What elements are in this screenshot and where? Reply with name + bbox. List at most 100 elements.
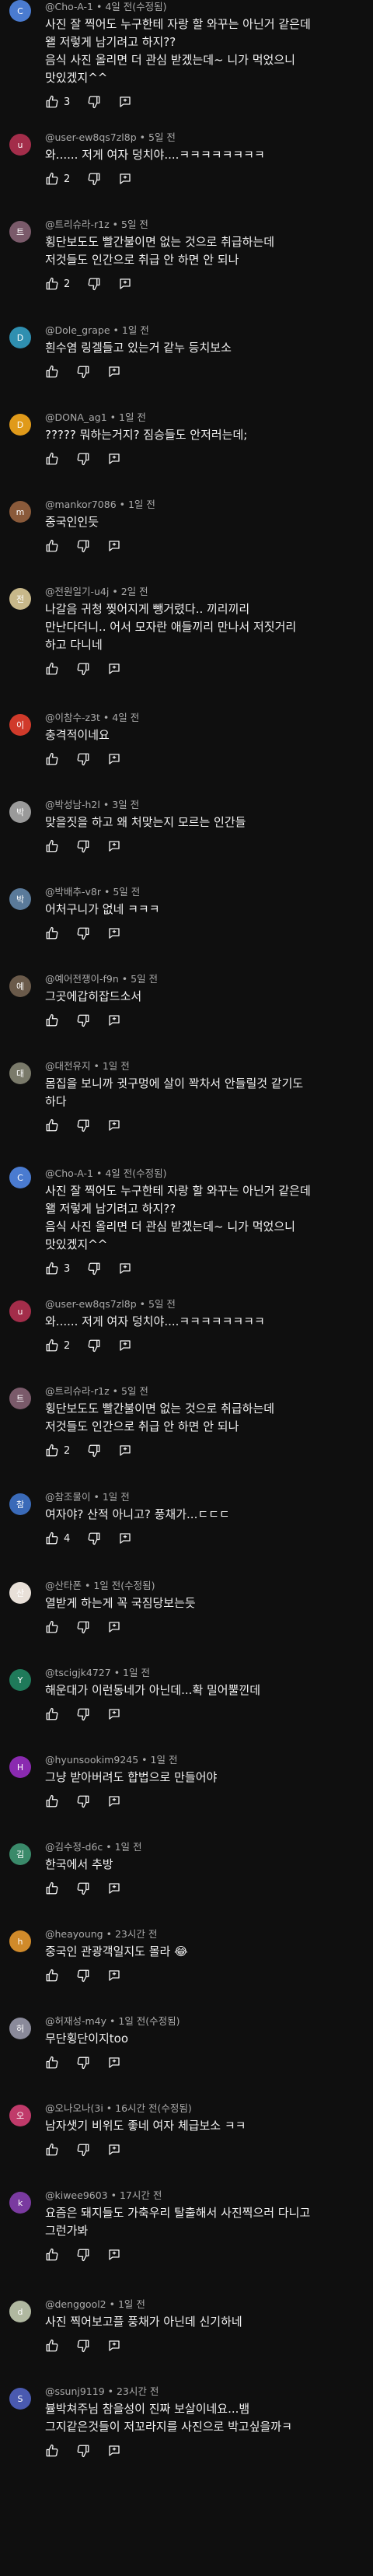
avatar[interactable]: Y: [9, 1669, 31, 1691]
dislike-button[interactable]: [76, 1013, 90, 1027]
like-button[interactable]: [45, 365, 59, 379]
avatar[interactable]: 박: [9, 801, 31, 823]
like-button[interactable]: 2: [45, 172, 70, 186]
comment-author[interactable]: @hyunsookim9245: [45, 1754, 138, 1766]
comment-author[interactable]: @전원일기-u4j: [45, 586, 109, 597]
comment-author[interactable]: @박배추-v8r: [45, 886, 101, 898]
avatar[interactable]: 이: [9, 714, 31, 736]
dislike-button[interactable]: [87, 1444, 101, 1458]
dislike-button[interactable]: [76, 1118, 90, 1132]
comment-time[interactable]: 5일 전: [121, 1385, 148, 1397]
like-button[interactable]: 2: [45, 1339, 70, 1353]
reply-button[interactable]: [107, 2444, 121, 2458]
comment-author[interactable]: @Cho-A-1: [45, 1167, 93, 1179]
comment-author[interactable]: @허재성-m4y: [45, 2015, 106, 2027]
comment-author[interactable]: @산타폰: [45, 1580, 82, 1591]
comment-time[interactable]: 1일 전: [123, 1667, 150, 1678]
comment-time[interactable]: 1일 전(수정됨): [118, 2015, 180, 2027]
like-button[interactable]: [45, 662, 59, 676]
dislike-button[interactable]: [76, 2056, 90, 2070]
like-button[interactable]: 2: [45, 277, 70, 291]
avatar[interactable]: S: [9, 2388, 31, 2410]
reply-button[interactable]: [107, 1013, 121, 1027]
comment-time[interactable]: 5일 전: [131, 973, 158, 985]
dislike-button[interactable]: [76, 1794, 90, 1808]
dislike-button[interactable]: [76, 365, 90, 379]
avatar[interactable]: C: [9, 1167, 31, 1188]
comment-author[interactable]: @트리슈라-r1z: [45, 1385, 110, 1397]
comment-author[interactable]: @Dole_grape: [45, 324, 110, 336]
comment-author[interactable]: @DONA_ag1: [45, 411, 107, 423]
like-button[interactable]: [45, 2444, 59, 2458]
comment-author[interactable]: @참조물이: [45, 1491, 91, 1503]
avatar[interactable]: u: [9, 1300, 31, 1322]
reply-button[interactable]: [118, 1262, 132, 1276]
reply-button[interactable]: [118, 1444, 132, 1458]
reply-button[interactable]: [118, 95, 132, 109]
dislike-button[interactable]: [87, 1262, 101, 1276]
comment-author[interactable]: @mankor7086: [45, 499, 117, 510]
comment-time[interactable]: 1일 전: [103, 1060, 130, 1072]
reply-button[interactable]: [107, 1707, 121, 1721]
comment-time[interactable]: 2일 전: [121, 586, 148, 597]
like-button[interactable]: [45, 1620, 59, 1634]
like-button[interactable]: [45, 2143, 59, 2157]
comment-time[interactable]: 5일 전: [121, 219, 148, 230]
reply-button[interactable]: [107, 662, 121, 676]
avatar[interactable]: 참: [9, 1493, 31, 1515]
comment-author[interactable]: @트리슈라-r1z: [45, 219, 110, 230]
comment-author[interactable]: @tscigjk4727: [45, 1667, 111, 1678]
avatar[interactable]: H: [9, 1756, 31, 1778]
reply-button[interactable]: [118, 1339, 132, 1353]
like-button[interactable]: [45, 1969, 59, 1983]
like-button[interactable]: [45, 1707, 59, 1721]
avatar[interactable]: m: [9, 501, 31, 523]
comment-time[interactable]: 4일 전: [112, 712, 139, 723]
comment-author[interactable]: @kiwee9603: [45, 2189, 108, 2201]
dislike-button[interactable]: [76, 752, 90, 766]
comment-time[interactable]: 1일 전: [119, 411, 146, 423]
reply-button[interactable]: [107, 839, 121, 853]
reply-button[interactable]: [118, 1531, 132, 1545]
avatar[interactable]: 대: [9, 1062, 31, 1084]
reply-button[interactable]: [107, 452, 121, 466]
comment-time[interactable]: 1일 전(수정됨): [93, 1580, 155, 1591]
like-button[interactable]: [45, 452, 59, 466]
avatar[interactable]: u: [9, 134, 31, 156]
reply-button[interactable]: [107, 1118, 121, 1132]
avatar[interactable]: 예: [9, 975, 31, 997]
comment-time[interactable]: 1일 전: [118, 2298, 145, 2310]
like-button[interactable]: 3: [45, 1262, 70, 1276]
comment-author[interactable]: @오나오나(3i: [45, 2102, 103, 2114]
comment-author[interactable]: @heayoung: [45, 1928, 103, 1940]
dislike-button[interactable]: [87, 1531, 101, 1545]
reply-button[interactable]: [118, 277, 132, 291]
dislike-button[interactable]: [76, 1620, 90, 1634]
comment-author[interactable]: @user-ew8qs7zl8p: [45, 131, 137, 143]
avatar[interactable]: h: [9, 1930, 31, 1952]
reply-button[interactable]: [107, 1620, 121, 1634]
reply-button[interactable]: [107, 1794, 121, 1808]
comment-author[interactable]: @김수정-d6c: [45, 1841, 103, 1853]
like-button[interactable]: [45, 1118, 59, 1132]
dislike-button[interactable]: [76, 2339, 90, 2353]
dislike-button[interactable]: [76, 1881, 90, 1895]
comment-time[interactable]: 3일 전: [112, 799, 139, 810]
avatar[interactable]: 산: [9, 1582, 31, 1604]
dislike-button[interactable]: [76, 452, 90, 466]
like-button[interactable]: [45, 2339, 59, 2353]
avatar[interactable]: 트: [9, 1388, 31, 1409]
like-button[interactable]: [45, 539, 59, 553]
comment-time[interactable]: 1일 전: [151, 1754, 178, 1766]
avatar[interactable]: 전: [9, 588, 31, 610]
avatar[interactable]: D: [9, 414, 31, 436]
dislike-button[interactable]: [87, 95, 101, 109]
avatar[interactable]: k: [9, 2192, 31, 2214]
comment-time[interactable]: 16시간 전(수정됨): [115, 2102, 192, 2114]
dislike-button[interactable]: [76, 839, 90, 853]
like-button[interactable]: [45, 2248, 59, 2262]
comment-author[interactable]: @박성남-h2l: [45, 799, 100, 810]
like-button[interactable]: [45, 752, 59, 766]
reply-button[interactable]: [118, 172, 132, 186]
reply-button[interactable]: [107, 752, 121, 766]
